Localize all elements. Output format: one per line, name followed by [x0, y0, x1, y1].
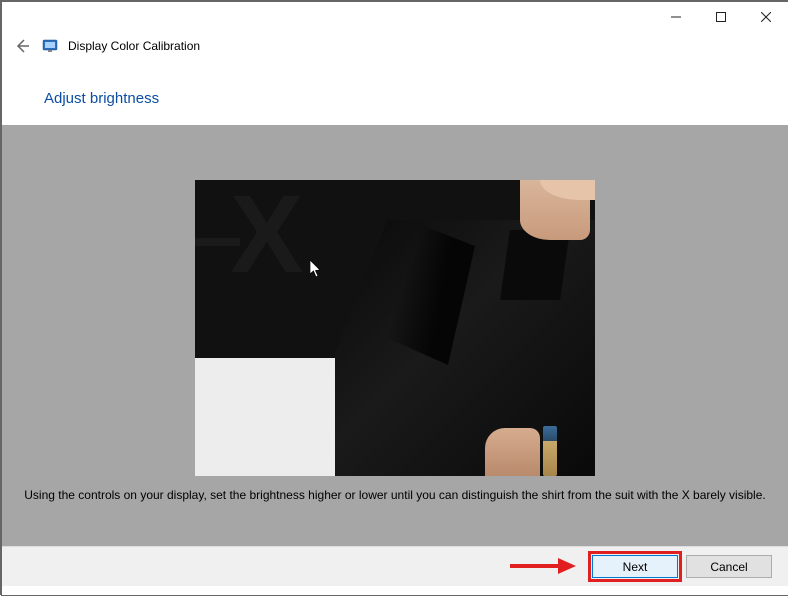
app-title: Display Color Calibration	[68, 39, 200, 53]
calibration-image: X	[195, 180, 595, 476]
minimize-button[interactable]	[653, 2, 698, 32]
back-button[interactable]	[12, 36, 32, 56]
window-titlebar	[2, 2, 788, 32]
page-heading: Adjust brightness	[44, 90, 159, 107]
close-button[interactable]	[743, 2, 788, 32]
cursor-icon	[310, 260, 322, 278]
x-mark: X	[230, 180, 298, 290]
next-button[interactable]: Next	[592, 555, 678, 578]
app-icon	[42, 38, 58, 54]
instruction-text: Using the controls on your display, set …	[2, 486, 788, 504]
maximize-button[interactable]	[698, 2, 743, 32]
cancel-button[interactable]: Cancel	[686, 555, 772, 578]
annotation-arrow-icon	[508, 555, 578, 577]
heading-row: Adjust brightness	[2, 60, 788, 125]
content-area: X Using the controls on your display, se…	[2, 125, 788, 546]
footer-bar: Next Cancel	[2, 546, 788, 586]
header-bar: Display Color Calibration	[2, 32, 788, 60]
